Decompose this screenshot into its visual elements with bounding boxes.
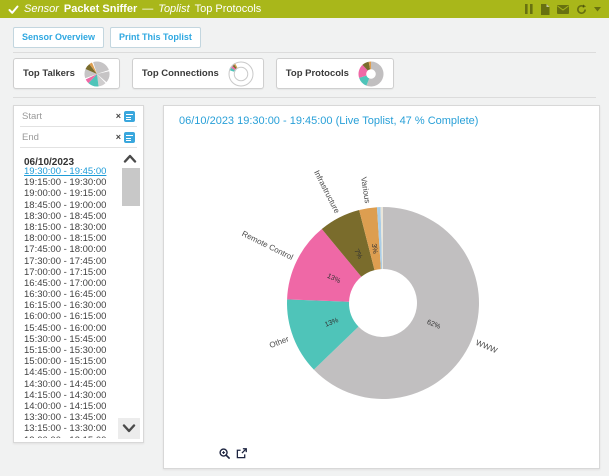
sensor-overview-button[interactable]: Sensor Overview [13, 27, 104, 48]
donut-chart-icon [358, 61, 384, 87]
interval-item[interactable]: 17:00:00 - 17:15:00 [14, 267, 118, 278]
page-title: Top Protocols [195, 3, 262, 15]
header-actions [525, 4, 601, 15]
scrollbar-thumb[interactable] [122, 168, 140, 206]
slice-name-label: Other [268, 334, 290, 350]
interval-item[interactable]: 17:45:00 - 18:00:00 [14, 244, 118, 255]
sensor-header-bar: Sensor Packet Sniffer — Toplist Top Prot… [0, 0, 609, 18]
toolbar: Sensor Overview Print This Toplist [13, 27, 201, 48]
clear-end-icon[interactable]: × [116, 133, 121, 142]
slice-name-label: WWW [474, 338, 499, 355]
slice-name-label: Various [359, 176, 372, 204]
interval-item[interactable]: 14:00:00 - 14:15:00 [14, 401, 118, 412]
interval-item[interactable]: 19:30:00 - 19:45:00 [14, 166, 118, 177]
start-date-row: × [20, 106, 137, 127]
sensor-name: Packet Sniffer [64, 3, 137, 15]
chart-footer [219, 448, 247, 459]
print-toplist-button[interactable]: Print This Toplist [110, 27, 201, 48]
zoom-icon[interactable] [219, 448, 230, 459]
scroll-down-icon[interactable] [118, 418, 140, 439]
breadcrumb: Sensor Packet Sniffer — Toplist Top Prot… [8, 3, 261, 15]
toplist-tab-top-connections[interactable]: Top Connections [132, 58, 264, 89]
interval-item[interactable]: 16:30:00 - 16:45:00 [14, 289, 118, 300]
start-date-input[interactable] [22, 111, 113, 122]
interval-item[interactable]: 18:30:00 - 18:45:00 [14, 211, 118, 222]
toplist-tab-top-protocols[interactable]: Top Protocols [276, 58, 394, 89]
divider [13, 97, 596, 98]
interval-item[interactable]: 17:30:00 - 17:45:00 [14, 256, 118, 267]
toplist-panel: 06/10/2023 19:30:00 - 19:45:00 (Live Top… [163, 105, 600, 469]
interval-item[interactable]: 13:00:00 - 13:15:00 [14, 435, 118, 439]
interval-list: 19:30:00 - 19:45:0019:15:00 - 19:30:0019… [14, 166, 118, 438]
interval-item[interactable]: 14:30:00 - 14:45:00 [14, 379, 118, 390]
interval-item[interactable]: 14:15:00 - 14:30:00 [14, 390, 118, 401]
interval-item[interactable]: 19:15:00 - 19:30:00 [14, 177, 118, 188]
toplist-tab-top-talkers[interactable]: Top Talkers [13, 58, 120, 89]
toplist-tab-label: Top Connections [142, 68, 219, 79]
external-link-icon[interactable] [236, 448, 247, 459]
end-date-row: × [20, 127, 137, 148]
interval-item[interactable]: 18:15:00 - 18:30:00 [14, 222, 118, 233]
clear-start-icon[interactable]: × [116, 112, 121, 121]
calendar-icon[interactable] [124, 132, 135, 143]
caret-down-icon[interactable] [594, 7, 601, 12]
interval-item[interactable]: 18:00:00 - 18:15:00 [14, 233, 118, 244]
slice-name-label: Remote Control [240, 229, 294, 262]
check-icon [8, 4, 19, 15]
interval-item[interactable]: 15:45:00 - 16:00:00 [14, 323, 118, 334]
object-type-label: Sensor [24, 3, 59, 15]
refresh-icon[interactable] [576, 4, 587, 15]
interval-item[interactable]: 15:15:00 - 15:30:00 [14, 345, 118, 356]
section-label: Toplist [158, 3, 189, 15]
protocol-donut-chart[interactable]: 62%WWW13%Other13%Remote Control7%Infrast… [164, 128, 601, 440]
interval-item[interactable]: 18:45:00 - 19:00:00 [14, 200, 118, 211]
interval-item[interactable]: 15:30:00 - 15:45:00 [14, 334, 118, 345]
slice-name-label: Infrastructure [312, 169, 342, 216]
interval-item[interactable]: 16:00:00 - 16:15:00 [14, 311, 118, 322]
interval-item[interactable]: 14:45:00 - 15:00:00 [14, 367, 118, 378]
pause-icon[interactable] [525, 4, 533, 14]
interval-item[interactable]: 15:00:00 - 15:15:00 [14, 356, 118, 367]
interval-sidebar: × × 06/10/2023 19:30:00 - 19:45:0019:15:… [13, 105, 144, 443]
pie-chart-icon [84, 61, 110, 87]
end-date-input[interactable] [22, 132, 113, 143]
interval-item[interactable]: 16:45:00 - 17:00:00 [14, 278, 118, 289]
scroll-up-icon[interactable] [120, 150, 140, 166]
calendar-icon[interactable] [124, 111, 135, 122]
toplist-title: 06/10/2023 19:30:00 - 19:45:00 (Live Top… [179, 115, 478, 127]
interval-item[interactable]: 16:15:00 - 16:30:00 [14, 300, 118, 311]
interval-item[interactable]: 19:00:00 - 19:15:00 [14, 188, 118, 199]
report-icon[interactable] [540, 4, 550, 15]
toplist-tab-label: Top Talkers [23, 68, 75, 79]
breadcrumb-separator: — [142, 3, 153, 15]
interval-item[interactable]: 13:30:00 - 13:45:00 [14, 412, 118, 423]
interval-item[interactable]: 13:15:00 - 13:30:00 [14, 423, 118, 434]
divider [13, 52, 596, 53]
toplist-tab-label: Top Protocols [286, 68, 349, 79]
envelope-icon[interactable] [557, 5, 569, 14]
toplist-tabs: Top Talkers Top Connections Top Protocols [13, 58, 394, 89]
donut-chart-icon [228, 61, 254, 87]
